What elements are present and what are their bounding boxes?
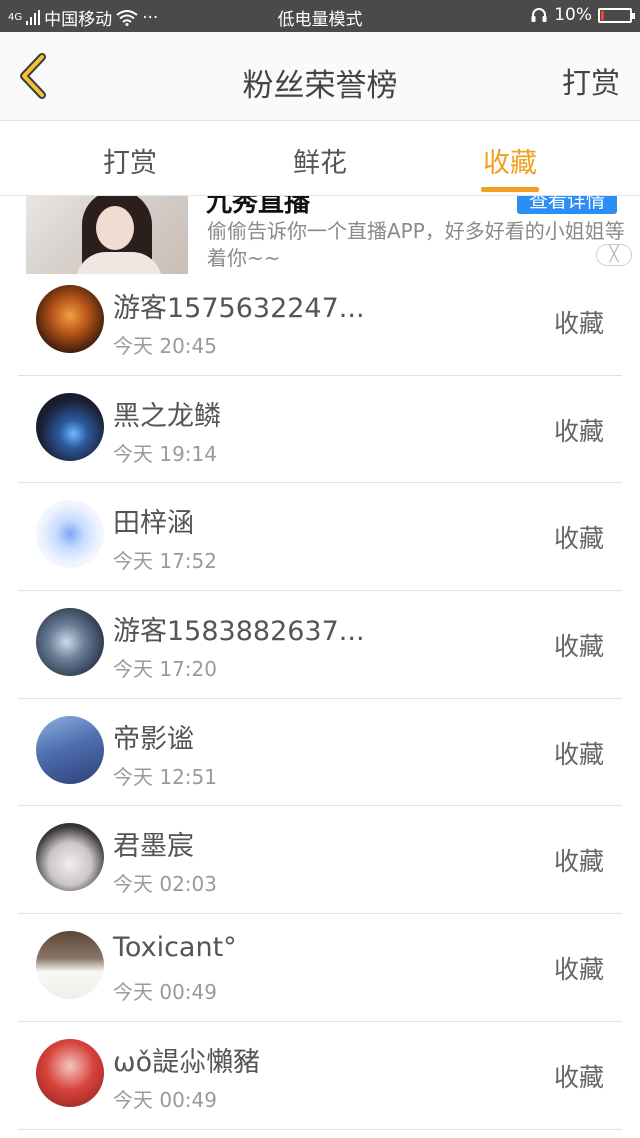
favorite-label: 收藏 [553, 416, 604, 446]
status-right: 10% [530, 5, 635, 25]
avatar [36, 1038, 104, 1107]
user-name: 游客1575632247... [113, 293, 365, 324]
navigation-bar: 粉丝荣誉榜 打赏 [0, 32, 640, 121]
status-bar: 4G 中国移动 ··· 低电量模式 10% [0, 0, 640, 32]
user-name: 帝影谧 [113, 723, 194, 755]
battery-percent: 10% [554, 5, 592, 25]
timestamp: 今天 20:45 [113, 334, 217, 358]
user-name: 黑之龙鳞 [113, 400, 221, 432]
favorite-label: 收藏 [553, 309, 604, 338]
favorite-label: 收藏 [553, 739, 604, 769]
favorites-list: 游客1575632247... 今天 20:45 收藏 黑之龙鳞 今天 19:1… [0, 268, 640, 1130]
divider [18, 1128, 622, 1130]
favorite-label: 收藏 [553, 632, 604, 662]
list-item[interactable]: 君墨宸 今天 02:03 收藏 [0, 806, 640, 915]
avatar [36, 285, 104, 353]
timestamp: 今天 00:49 [113, 980, 217, 1005]
user-name: 田梓涵 [113, 508, 194, 540]
page-title: 粉丝荣誉榜 [242, 68, 398, 104]
list-item[interactable]: 黑之龙鳞 今天 19:14 收藏 [0, 376, 640, 484]
timestamp: 今天 00:49 [113, 1087, 217, 1112]
headphones-icon [531, 8, 547, 22]
tab-flowers[interactable]: 鲜花 [260, 141, 380, 180]
battery-level-fill [601, 10, 604, 20]
ad-title: 九秀直播 [206, 196, 311, 218]
list-item[interactable]: Toxicant° 今天 00:49 收藏 [0, 914, 640, 1022]
tab-bar: 打赏 鲜花 收藏 [0, 121, 640, 196]
timestamp: 今天 02:03 [113, 872, 217, 897]
ad-image [26, 196, 188, 274]
user-name: 君墨宸 [113, 831, 194, 863]
ad-banner[interactable]: 九秀直播 查看详情 偷偷告诉你一个直播APP，好多好看的小姐姐等着你~~ ╳ [0, 196, 640, 276]
user-name: 游客1583882637... [113, 616, 365, 648]
list-item[interactable]: 游客1575632247... 今天 20:45 收藏 [0, 268, 640, 376]
timestamp: 今天 17:52 [113, 549, 217, 574]
ad-close-button[interactable]: ╳ [596, 244, 632, 266]
reward-button[interactable]: 打赏 [562, 60, 620, 102]
tab-reward[interactable]: 打赏 [70, 141, 190, 180]
timestamp: 今天 12:51 [113, 764, 217, 789]
active-tab-indicator [481, 187, 539, 192]
avatar [36, 392, 104, 461]
avatar [36, 715, 104, 784]
list-item[interactable]: 帝影谧 今天 12:51 收藏 [0, 699, 640, 807]
list-item[interactable]: ωǒ諟尛懶豬 今天 00:49 收藏 [0, 1022, 640, 1130]
user-name: ωǒ諟尛懶豬 [113, 1046, 261, 1078]
timestamp: 今天 17:20 [113, 657, 217, 682]
battery-icon [598, 7, 635, 23]
avatar [36, 500, 104, 569]
ad-description: 偷偷告诉你一个直播APP，好多好看的小姐姐等着你~~ [207, 219, 625, 270]
list-item[interactable]: 田梓涵 今天 17:52 收藏 [0, 483, 640, 592]
user-name: Toxicant° [113, 932, 237, 964]
favorite-label: 收藏 [553, 955, 604, 985]
favorite-label: 收藏 [553, 847, 604, 877]
ad-details-button[interactable]: 查看详情 [517, 196, 617, 214]
avatar [36, 823, 104, 892]
tab-favorites[interactable]: 收藏 [450, 141, 570, 180]
timestamp: 今天 19:14 [113, 441, 217, 466]
avatar [36, 608, 104, 677]
avatar [36, 931, 104, 1000]
favorite-label: 收藏 [553, 1062, 604, 1092]
favorite-label: 收藏 [553, 524, 604, 554]
list-item[interactable]: 游客1583882637... 今天 17:20 收藏 [0, 591, 640, 699]
